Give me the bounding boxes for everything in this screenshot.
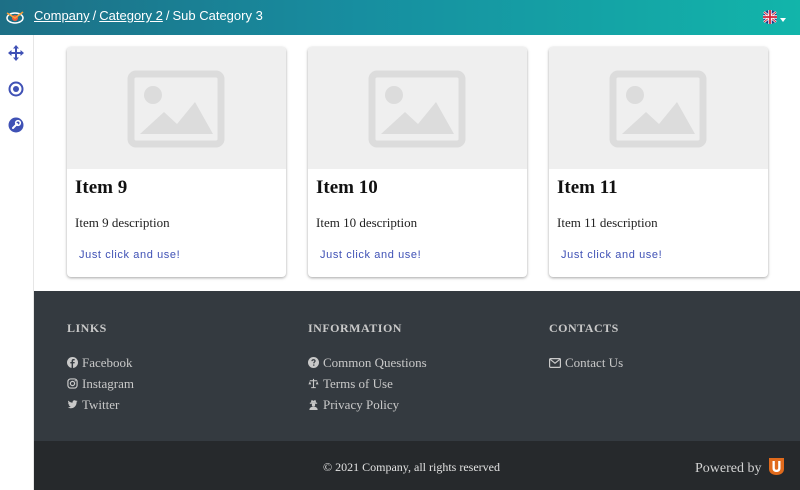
footer-link-terms-of-use[interactable]: Terms of Use <box>308 373 427 394</box>
footer-heading-information: INFORMATION <box>308 321 402 335</box>
footer-link-facebook[interactable]: Facebook <box>67 352 134 373</box>
instagram-icon <box>67 378 78 389</box>
side-toolbar <box>0 35 34 490</box>
footer-link-contact-us[interactable]: Contact Us <box>549 352 623 373</box>
balance-scale-icon <box>308 378 319 389</box>
footer-link-label: Facebook <box>82 354 133 370</box>
footer-link-label: Terms of Use <box>323 375 393 391</box>
language-selector[interactable] <box>763 10 786 29</box>
card-description: Item 10 description <box>316 215 418 230</box>
image-placeholder <box>549 47 768 169</box>
breadcrumb-current: Sub Category 3 <box>172 8 263 23</box>
chevron-down-icon <box>780 17 786 22</box>
card-title: Item 10 <box>316 177 378 198</box>
card-title: Item 11 <box>557 177 618 198</box>
image-placeholder-icon <box>127 70 225 148</box>
uk-flag-icon <box>763 10 777 29</box>
footer-bottom-bar: © 2021 Company, all rights reserved Powe… <box>34 441 800 490</box>
footer-links-column: LINKS Facebook Instagram Twitter <box>67 321 134 415</box>
footer-link-common-questions[interactable]: Common Questions <box>308 352 427 373</box>
powered-by-link[interactable]: Powered by <box>695 457 785 481</box>
footer-link-label: Instagram <box>82 375 134 391</box>
card-title: Item 9 <box>75 177 128 198</box>
breadcrumb: Company / Category 2/Sub Category 3 <box>34 8 263 23</box>
item-card: Item 10 Item 10 description Just click a… <box>308 47 527 277</box>
image-placeholder-icon <box>609 70 707 148</box>
footer-information-column: INFORMATION Common Questions Terms of Us… <box>308 321 427 415</box>
footer-contacts-column: CONTACTS Contact Us <box>549 321 623 373</box>
footer-link-label: Privacy Policy <box>323 396 400 412</box>
question-circle-icon <box>308 357 319 368</box>
target-icon[interactable] <box>7 80 25 98</box>
card-action-button[interactable]: Just click and use! <box>316 247 425 263</box>
breadcrumb-link-category[interactable]: Category 2 <box>99 8 163 23</box>
item-card: Item 11 Item 11 description Just click a… <box>549 47 768 277</box>
user-secret-icon <box>309 399 318 410</box>
footer-link-twitter[interactable]: Twitter <box>67 394 134 415</box>
powered-by-label: Powered by <box>695 461 762 476</box>
footer-link-privacy-policy[interactable]: Privacy Policy <box>308 394 427 415</box>
card-action-button[interactable]: Just click and use! <box>557 247 666 263</box>
breadcrumb-separator: / <box>92 8 97 23</box>
image-placeholder-icon <box>368 70 466 148</box>
brand-u-logo-icon <box>768 457 785 481</box>
copyright-text: © 2021 Company, all rights reserved <box>323 460 500 474</box>
footer-heading-links: LINKS <box>67 321 107 335</box>
facebook-icon <box>67 357 78 368</box>
card-description: Item 11 description <box>557 215 658 230</box>
envelope-icon <box>549 357 561 368</box>
card-description: Item 9 description <box>75 215 170 230</box>
footer-link-instagram[interactable]: Instagram <box>67 373 134 394</box>
item-card: Item 9 Item 9 description Just click and… <box>67 47 286 277</box>
image-placeholder <box>308 47 527 169</box>
breadcrumb-link-company[interactable]: Company <box>34 8 90 23</box>
top-app-bar: Company / Category 2/Sub Category 3 <box>0 0 800 35</box>
wrench-icon[interactable] <box>7 116 25 134</box>
image-placeholder <box>67 47 286 169</box>
move-arrows-icon[interactable] <box>7 44 25 62</box>
footer-link-label: Common Questions <box>323 354 427 370</box>
breadcrumb-separator: / <box>165 8 170 23</box>
footer-link-label: Contact Us <box>565 354 624 370</box>
footer-link-label: Twitter <box>82 396 120 412</box>
card-action-button[interactable]: Just click and use! <box>75 247 184 263</box>
company-logo-icon[interactable] <box>5 9 25 25</box>
footer-heading-contacts: CONTACTS <box>549 321 619 335</box>
footer: LINKS Facebook Instagram Twitter INFORMA… <box>34 291 800 441</box>
twitter-icon <box>67 400 78 409</box>
